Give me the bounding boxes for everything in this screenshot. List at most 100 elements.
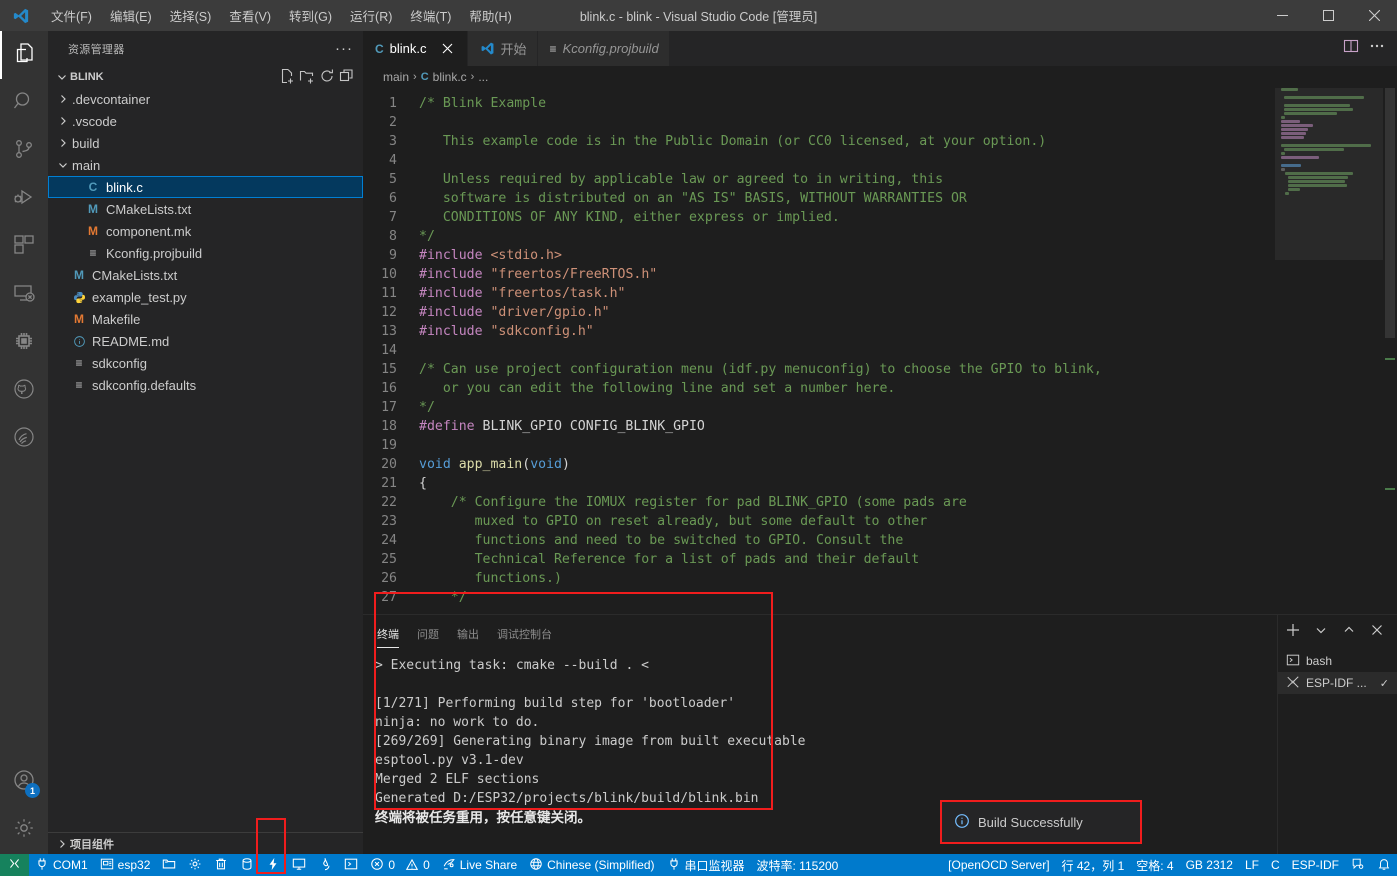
status-baud-rate[interactable]: 波特率: 115200	[751, 854, 845, 876]
code-editor[interactable]: 1 2 3 4 5 6 7 8 9 10 11 12 13 14 15 16 17 18 19 20 21 22 23 24 2…	[363, 88, 1397, 614]
more-actions-icon[interactable]	[1369, 38, 1385, 59]
menu-view[interactable]: 查看(V)	[220, 2, 280, 29]
scrollbar-thumb[interactable]	[1385, 88, 1395, 338]
tab-welcome[interactable]: 开始	[467, 31, 538, 66]
editor-tab-actions[interactable]	[1343, 31, 1397, 66]
breadcrumb-symbol[interactable]: ...	[478, 70, 488, 84]
code-line[interactable]	[419, 341, 1275, 360]
breadcrumb-file[interactable]: blink.c	[433, 70, 467, 84]
minimap-slider[interactable]	[1275, 88, 1383, 260]
code-content[interactable]: /* Blink Example This example code is in…	[419, 88, 1275, 614]
code-line[interactable]: {	[419, 474, 1275, 493]
project-components-section[interactable]: 项目组件	[48, 832, 363, 854]
tree-file-cmakelists-txt[interactable]: M CMakeLists.txt	[48, 198, 363, 220]
activity-item-github[interactable]	[0, 367, 48, 415]
status-openocd-server[interactable]: [OpenOCD Server]	[942, 854, 1055, 876]
code-line[interactable]: muxed to GPIO on reset already, but some…	[419, 512, 1275, 531]
code-line[interactable]: */	[419, 227, 1275, 246]
minimize-button[interactable]	[1259, 0, 1305, 31]
new-folder-icon[interactable]	[299, 68, 315, 87]
code-line[interactable]: #include "freertos/task.h"	[419, 284, 1275, 303]
activity-item-manage-settings[interactable]	[0, 806, 48, 854]
status-remote-indicator[interactable]	[0, 854, 29, 876]
tree-folder-build[interactable]: build	[48, 132, 363, 154]
status-open-esp-idf-terminal[interactable]	[338, 854, 364, 876]
tree-file-blink-c[interactable]: Cblink.c	[48, 176, 363, 198]
tree-file-cmakelists-txt[interactable]: M CMakeLists.txt	[48, 264, 363, 286]
tree-folder-main[interactable]: main	[48, 154, 363, 176]
activity-item-esp-idf[interactable]	[0, 319, 48, 367]
tree-file-sdkconfig-defaults[interactable]: ≡ sdkconfig.defaults	[48, 374, 363, 396]
status-flash-device[interactable]	[260, 854, 286, 876]
status-esp-idf[interactable]: ESP-IDF	[1286, 854, 1345, 876]
status-full-clean[interactable]	[208, 854, 234, 876]
activity-item-search[interactable]	[0, 79, 48, 127]
sidebar-more-actions-icon[interactable]: ···	[335, 40, 353, 57]
activity-item-remote-explorer[interactable]	[0, 271, 48, 319]
explorer-actions[interactable]	[279, 68, 363, 87]
code-line[interactable]: CONDITIONS OF ANY KIND, either express o…	[419, 208, 1275, 227]
terminal-instance-esp-idf[interactable]: ESP-IDF ... ✓	[1278, 672, 1397, 694]
menu-terminal[interactable]: 终端(T)	[401, 2, 460, 29]
code-line[interactable]: Unless required by applicable law or agr…	[419, 170, 1275, 189]
code-line[interactable]: #define BLINK_GPIO CONFIG_BLINK_GPIO	[419, 417, 1275, 436]
code-line[interactable]: */	[419, 398, 1275, 417]
minimap[interactable]	[1275, 88, 1383, 614]
menu-edit[interactable]: 编辑(E)	[101, 2, 161, 29]
activity-item-explorer[interactable]	[0, 31, 48, 79]
activity-bar[interactable]: 1	[0, 31, 48, 854]
status-serial-monitor[interactable]: 串口监视器	[661, 854, 751, 876]
code-line[interactable]	[419, 113, 1275, 132]
code-line[interactable]: This example code is in the Public Domai…	[419, 132, 1275, 151]
code-line[interactable]: /* Blink Example	[419, 94, 1275, 113]
editor-tabs[interactable]: C blink.c 开始 ≡ Kconfig.projbuild	[363, 31, 1397, 66]
new-terminal-icon[interactable]	[1285, 622, 1301, 643]
code-scroll-region[interactable]: 1 2 3 4 5 6 7 8 9 10 11 12 13 14 15 16 17 18 19 20 21 22 23 24 2…	[363, 88, 1275, 614]
activity-item-accounts[interactable]: 1	[0, 758, 48, 806]
code-line[interactable]: void app_main(void)	[419, 455, 1275, 474]
activity-item-espressif[interactable]	[0, 415, 48, 463]
menu-file[interactable]: 文件(F)	[42, 2, 101, 29]
close-panel-icon[interactable]	[1369, 622, 1385, 643]
activity-item-extensions[interactable]	[0, 223, 48, 271]
panel-tab-output[interactable]: 输出	[457, 618, 479, 648]
panel-tabs[interactable]: 终端 问题 输出 调试控制台	[363, 615, 1277, 650]
status-notifications[interactable]	[1371, 854, 1397, 876]
status-feedback[interactable]	[1345, 854, 1371, 876]
menu-run[interactable]: 运行(R)	[341, 2, 401, 29]
terminal-instances-list[interactable]: bash ESP-IDF ... ✓	[1277, 615, 1397, 854]
tree-file-sdkconfig[interactable]: ≡ sdkconfig	[48, 352, 363, 374]
tab-blink-c[interactable]: C blink.c	[363, 31, 468, 66]
status-language-pack[interactable]: Chinese (Simplified)	[523, 854, 660, 876]
status-build-flash-monitor[interactable]	[312, 854, 338, 876]
panel-tab-terminal[interactable]: 终端	[377, 618, 399, 648]
status-monitor-device[interactable]	[286, 854, 312, 876]
status-bar-right[interactable]: [OpenOCD Server] 行 42，列 1 空格: 4 GB 2312 …	[942, 854, 1397, 876]
notification-toast[interactable]: Build Successfully	[940, 800, 1142, 844]
status-encoding[interactable]: GB 2312	[1180, 854, 1239, 876]
code-line[interactable]: #include "driver/gpio.h"	[419, 303, 1275, 322]
tree-folder--devcontainer[interactable]: .devcontainer	[48, 88, 363, 110]
tree-file-readme-md[interactable]: README.md	[48, 330, 363, 352]
split-editor-icon[interactable]	[1343, 38, 1359, 59]
status-serial-port[interactable]: COM1	[29, 854, 94, 876]
tree-file-example-test-py[interactable]: example_test.py	[48, 286, 363, 308]
close-button[interactable]	[1351, 0, 1397, 31]
status-build-project[interactable]	[234, 854, 260, 876]
window-controls[interactable]	[1259, 0, 1397, 31]
code-line[interactable]: /* Configure the IOMUX register for pad …	[419, 493, 1275, 512]
tree-folder--vscode[interactable]: .vscode	[48, 110, 363, 132]
menu-selection[interactable]: 选择(S)	[161, 2, 221, 29]
status-bar[interactable]: COM1 esp32 0 0 Live Share Chinese (Simpl…	[0, 854, 1397, 876]
file-tree[interactable]: .devcontainer .vscode build main Cblink.c M CM…	[48, 88, 363, 832]
code-line[interactable]: Technical Reference for a list of pads a…	[419, 550, 1275, 569]
menu-go[interactable]: 转到(G)	[280, 2, 341, 29]
code-line[interactable]: software is distributed on an "AS IS" BA…	[419, 189, 1275, 208]
status-cursor-position[interactable]: 行 42，列 1	[1056, 854, 1131, 876]
code-line[interactable]: #include <stdio.h>	[419, 246, 1275, 265]
explorer-section-blink[interactable]: BLINK	[48, 66, 363, 88]
status-live-share[interactable]: Live Share	[436, 854, 523, 876]
code-line[interactable]: /* Can use project configuration menu (i…	[419, 360, 1275, 379]
code-line[interactable]: #include "freertos/FreeRTOS.h"	[419, 265, 1275, 284]
maximize-button[interactable]	[1305, 0, 1351, 31]
